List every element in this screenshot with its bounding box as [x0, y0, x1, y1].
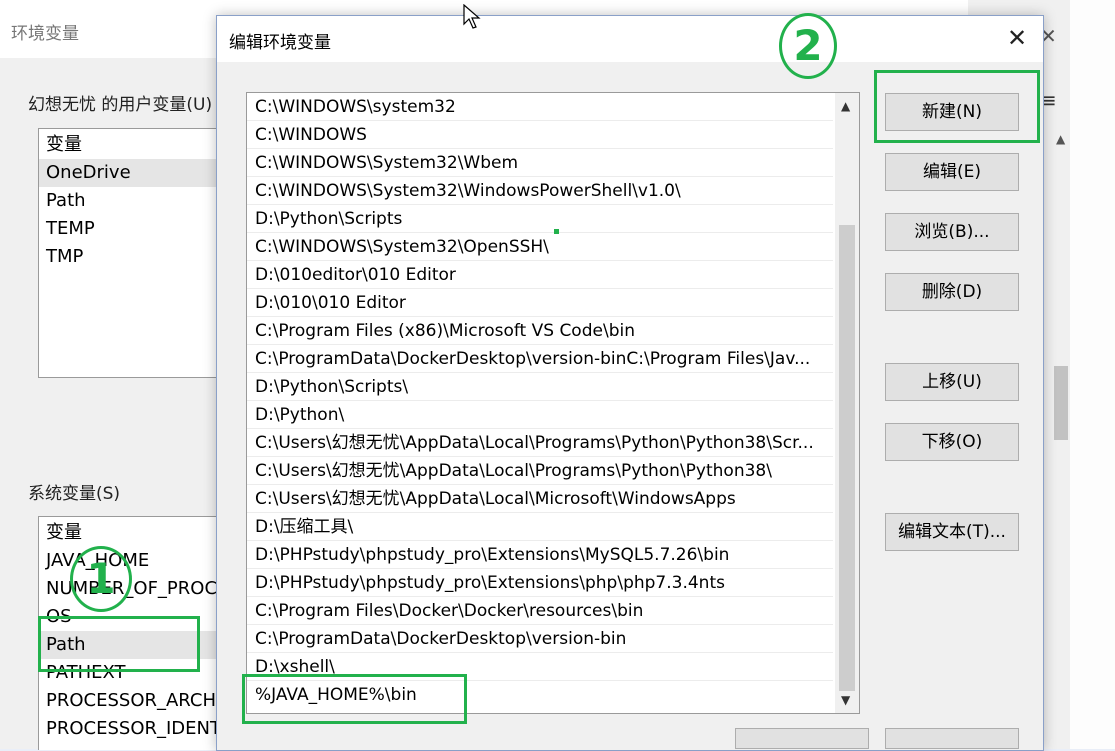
user-vars-list[interactable]: 变量 OneDrive Path TEMP TMP [38, 128, 230, 378]
annotation-box-new-path [242, 674, 467, 724]
sys-var-row[interactable]: PROCESSOR_ARCHI [39, 687, 229, 715]
user-var-row[interactable]: TMP [39, 243, 229, 271]
path-item[interactable]: D:\Python\Scripts [247, 205, 833, 233]
annotation-box-new [874, 70, 1040, 143]
path-item[interactable]: D:\Python\Scripts\ [247, 373, 833, 401]
path-item[interactable]: C:\Users\幻想无忧\AppData\Local\Programs\Pyt… [247, 429, 833, 457]
edit-text-button[interactable]: 编辑文本(T)... [885, 513, 1019, 551]
path-list-scrollbar[interactable]: ▲ ▼ [835, 93, 859, 713]
path-list-scroll-thumb[interactable] [839, 225, 855, 691]
path-item[interactable]: C:\WINDOWS\System32\OpenSSH\ [247, 233, 833, 261]
sys-vars-header: 变量 [46, 522, 82, 543]
path-item[interactable]: D:\010editor\010 Editor [247, 261, 833, 289]
browse-button[interactable]: 浏览(B)... [885, 213, 1019, 251]
annotation-circle-2: 2 [779, 13, 837, 79]
annotation-circle-1: 1 [70, 546, 132, 612]
annotation-box-path [38, 616, 200, 672]
cancel-button[interactable] [885, 728, 1019, 749]
move-up-button[interactable]: 上移(U) [885, 363, 1019, 401]
path-item[interactable]: C:\Program Files (x86)\Microsoft VS Code… [247, 317, 833, 345]
path-item[interactable]: C:\Users\幻想无忧\AppData\Local\Microsoft\Wi… [247, 485, 833, 513]
bg-scrollbar[interactable]: ▲ [1052, 130, 1070, 749]
user-var-row[interactable]: TEMP [39, 215, 229, 243]
path-list[interactable]: C:\WINDOWS\system32 C:\WINDOWS C:\WINDOW… [246, 92, 860, 714]
dialog-title: 编辑环境变量 [229, 33, 331, 53]
user-vars-header: 变量 [46, 134, 82, 155]
path-item[interactable]: C:\WINDOWS\System32\Wbem [247, 149, 833, 177]
path-item[interactable]: D:\010\010 Editor [247, 289, 833, 317]
sys-var-row[interactable]: JAVA_HOME [39, 547, 229, 575]
sys-vars-label: 系统变量(S) [28, 484, 121, 504]
user-var-row[interactable]: Path [39, 187, 229, 215]
scroll-up-icon[interactable]: ▲ [841, 99, 850, 113]
scroll-up-icon[interactable]: ▲ [1056, 132, 1065, 146]
bg-window-title: 环境变量 [11, 24, 79, 44]
sys-var-row[interactable]: NUMBER_OF_PROC [39, 575, 229, 603]
path-item[interactable]: C:\ProgramData\DockerDesktop\version-bin [247, 625, 833, 653]
path-item[interactable]: D:\PHPstudy\phpstudy_pro\Extensions\MySQ… [247, 541, 833, 569]
path-item[interactable]: C:\WINDOWS [247, 121, 833, 149]
path-item[interactable]: D:\Python\ [247, 401, 833, 429]
stray-dot [554, 229, 559, 234]
sys-var-row[interactable]: PROCESSOR_IDENTI [39, 715, 229, 743]
dialog-titlebar: 编辑环境变量 ✕ [217, 16, 1043, 62]
ok-button[interactable] [735, 728, 869, 749]
path-item[interactable]: C:\Program Files\Docker\Docker\resources… [247, 597, 833, 625]
edit-button[interactable]: 编辑(E) [885, 153, 1019, 191]
user-vars-label: 幻想无忧 的用户变量(U) [28, 95, 213, 115]
path-item[interactable]: C:\WINDOWS\system32 [247, 93, 833, 121]
path-item[interactable]: D:\PHPstudy\phpstudy_pro\Extensions\php\… [247, 569, 833, 597]
bg-scroll-thumb[interactable] [1054, 366, 1068, 440]
user-var-row[interactable]: OneDrive [39, 159, 229, 187]
path-item[interactable]: C:\ProgramData\DockerDesktop\version-bin… [247, 345, 833, 373]
path-item[interactable]: C:\Users\幻想无忧\AppData\Local\Programs\Pyt… [247, 457, 833, 485]
mouse-cursor-icon [463, 4, 481, 29]
scroll-down-icon[interactable]: ▼ [841, 693, 850, 707]
path-item[interactable]: C:\WINDOWS\System32\WindowsPowerShell\v1… [247, 177, 833, 205]
delete-button[interactable]: 删除(D) [885, 273, 1019, 311]
close-icon[interactable]: ✕ [1007, 24, 1027, 52]
move-down-button[interactable]: 下移(O) [885, 423, 1019, 461]
path-item[interactable]: D:\压缩工具\ [247, 513, 833, 541]
